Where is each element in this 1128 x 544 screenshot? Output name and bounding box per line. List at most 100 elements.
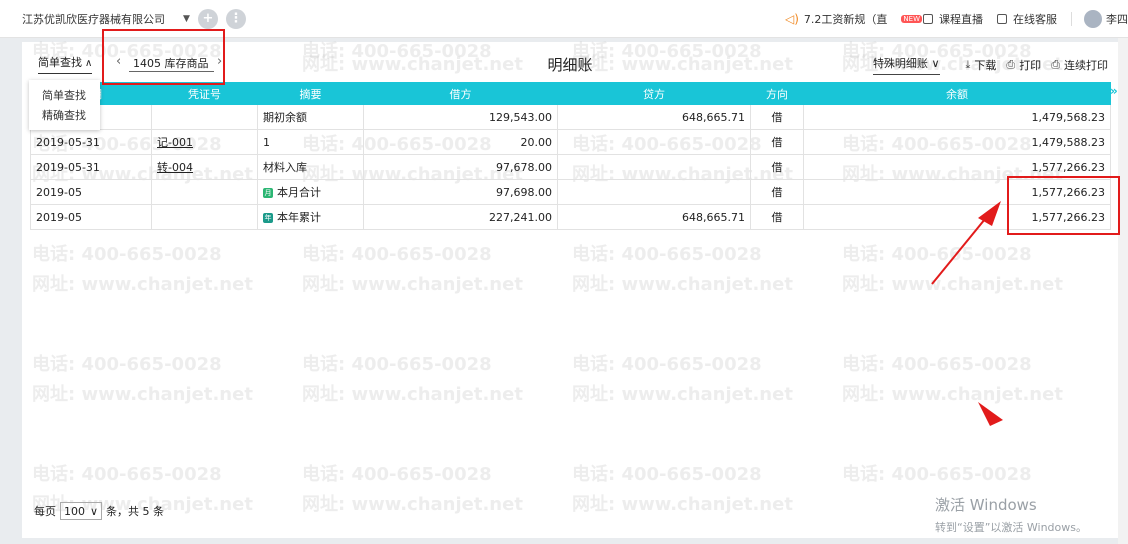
voucher-link[interactable]: 记-001	[157, 136, 193, 149]
cell-credit	[557, 179, 751, 205]
news-label: 7.2工资新规（直	[803, 13, 888, 26]
printer-icon: ⎙	[1006, 58, 1016, 71]
col-header-debit[interactable]: 借方	[363, 82, 558, 105]
chevron-down-icon: ∨	[89, 504, 98, 518]
watermark: 网址: www.chanjet.net	[302, 494, 523, 515]
service-label: 在线客服	[1013, 13, 1057, 26]
add-icon[interactable]: +	[197, 8, 218, 29]
divider	[1071, 12, 1072, 26]
summary-label: 本年累计	[277, 211, 321, 224]
cell-summary: 月本月合计	[257, 179, 364, 205]
cell-direction: 借	[750, 129, 804, 155]
cell-balance: 1,577,266.23	[803, 179, 1111, 205]
speaker-icon: ◁)	[784, 12, 799, 26]
watermark: 电话: 400-665-0028	[572, 354, 762, 375]
top-right-menu: ◁) 7.2工资新规（直 NEW 课程直播 在线客服 李四	[785, 0, 1128, 38]
special-ledger-label: 特殊明细账	[872, 57, 928, 70]
cell-voucher[interactable]: 记-001	[151, 129, 258, 155]
print-label: 打印	[1019, 59, 1042, 72]
pagination: 每页 100 ∨ 条，共 5 条	[34, 502, 164, 520]
activation-hint: 转到“设置”以激活 Windows。	[935, 521, 1087, 534]
table-row[interactable]: 2019-05-31 转-004 材料入库 97,678.00 借 1,577,…	[30, 154, 1111, 180]
cell-date: 2019-05-31	[30, 154, 152, 180]
download-icon: ⤓	[965, 58, 971, 71]
windows-activation-notice: 激活 Windows 转到“设置”以激活 Windows。	[935, 494, 1087, 535]
table-row[interactable]: 2019-05-31 记-001 1 20.00 借 1,479,588.23	[30, 129, 1111, 155]
search-mode-dropdown: 简单查找 精确查找	[29, 80, 100, 130]
printer-stack-icon: ⎙	[1051, 58, 1060, 71]
watermark: 电话: 400-665-0028	[572, 244, 762, 265]
watermark: 网址: www.chanjet.net	[32, 384, 253, 405]
col-header-summary[interactable]: 摘要	[257, 82, 364, 105]
cell-date: 2019-05-31	[30, 129, 152, 155]
toolbar-actions: 特殊明细账 ∨ ⤓ 下载 ⎙ 打印 ⎙ 连续打印	[872, 55, 1108, 75]
col-header-voucher[interactable]: 凭证号	[151, 82, 258, 105]
dropdown-item-simple[interactable]: 简单查找	[29, 86, 100, 106]
batch-print-button[interactable]: ⎙ 连续打印	[1051, 57, 1108, 73]
watermark: 电话: 400-665-0028	[32, 244, 222, 265]
cell-voucher[interactable]: 转-004	[151, 154, 258, 180]
voucher-link[interactable]: 转-004	[157, 161, 193, 174]
cell-voucher	[151, 104, 258, 130]
dropdown-item-exact[interactable]: 精确查找	[29, 106, 100, 126]
toolbar: 简单查找 ∧ ‹ 1405 库存商品 › 明细账 特殊明细账 ∨ ⤓ 下载 ⎙ 打印 …	[22, 42, 1118, 82]
table-row[interactable]: 2019-05 月本月合计 97,698.00 借 1,577,266.23	[30, 179, 1111, 205]
watermark: 电话: 400-665-0028	[572, 464, 762, 485]
live-course-button[interactable]: NEW 课程直播	[901, 11, 983, 27]
total-count: 条，共 5 条	[106, 505, 164, 518]
download-button[interactable]: ⤓ 下载	[966, 57, 997, 73]
cell-balance: 1,577,266.23	[803, 204, 1111, 230]
table-row[interactable]: 期初余额 129,543.00 648,665.71 借 1,479,568.2…	[30, 104, 1111, 130]
month-total-icon: 月	[263, 188, 273, 198]
print-button[interactable]: ⎙ 打印	[1006, 57, 1041, 73]
company-name[interactable]: 江苏优凯欣医疗器械有限公司	[22, 11, 165, 27]
watermark: 电话: 400-665-0028	[302, 464, 492, 485]
cell-debit: 227,241.00	[363, 204, 558, 230]
scrollbar[interactable]	[1118, 38, 1128, 544]
watermark: 电话: 400-665-0028	[842, 244, 1032, 265]
cell-credit: 648,665.71	[557, 204, 751, 230]
cell-summary: 期初余额	[257, 104, 364, 130]
expand-columns-icon[interactable]: »	[1110, 84, 1118, 98]
download-label: 下载	[974, 59, 997, 72]
table-row[interactable]: 2019-05 年本年累计 227,241.00 648,665.71 借 1,…	[30, 204, 1111, 230]
cell-summary: 1	[257, 129, 364, 155]
online-service-button[interactable]: 在线客服	[997, 11, 1057, 27]
watermark: 电话: 400-665-0028	[302, 244, 492, 265]
batch-print-label: 连续打印	[1064, 59, 1108, 72]
apps-icon[interactable]: ⋮	[225, 8, 246, 29]
user-name: 李四	[1106, 13, 1128, 26]
live-label: 课程直播	[939, 13, 983, 26]
user-menu[interactable]: 李四	[1084, 10, 1128, 28]
watermark: 网址: www.chanjet.net	[32, 274, 253, 295]
watermark: 网址: www.chanjet.net	[302, 274, 523, 295]
news-link[interactable]: ◁) 7.2工资新规（直	[785, 11, 887, 27]
top-bar: 江苏优凯欣医疗器械有限公司 ▼ + ⋮ ◁) 7.2工资新规（直 NEW 课程直…	[0, 0, 1128, 38]
page-size-value: 100	[64, 504, 85, 518]
avatar	[1084, 10, 1102, 28]
cell-credit	[557, 129, 751, 155]
main-panel: 电话: 400-665-0028 电话: 400-665-0028 电话: 40…	[22, 41, 1118, 538]
watermark: 网址: www.chanjet.net	[572, 274, 793, 295]
cell-credit	[557, 154, 751, 180]
cell-debit: 97,698.00	[363, 179, 558, 205]
watermark: 电话: 400-665-0028	[32, 354, 222, 375]
watermark: 网址: www.chanjet.net	[842, 384, 1063, 405]
cell-voucher	[151, 204, 258, 230]
special-ledger-select[interactable]: 特殊明细账 ∨	[872, 55, 940, 75]
col-header-credit[interactable]: 贷方	[557, 82, 751, 105]
per-page-label: 每页	[34, 505, 56, 518]
cell-voucher	[151, 179, 258, 205]
col-header-direction[interactable]: 方向	[750, 82, 804, 105]
caret-down-icon[interactable]: ▼	[183, 14, 190, 24]
cell-debit: 20.00	[363, 129, 558, 155]
page-size-select[interactable]: 100 ∨	[60, 502, 102, 520]
chat-icon	[997, 14, 1007, 24]
watermark: 电话: 400-665-0028	[32, 464, 222, 485]
cell-balance: 1,577,266.23	[803, 154, 1111, 180]
activation-title: 激活 Windows	[935, 496, 1037, 514]
cell-debit: 129,543.00	[363, 104, 558, 130]
cell-date: 2019-05	[30, 179, 152, 205]
col-header-balance[interactable]: 余额	[803, 82, 1111, 105]
cell-credit: 648,665.71	[557, 104, 751, 130]
